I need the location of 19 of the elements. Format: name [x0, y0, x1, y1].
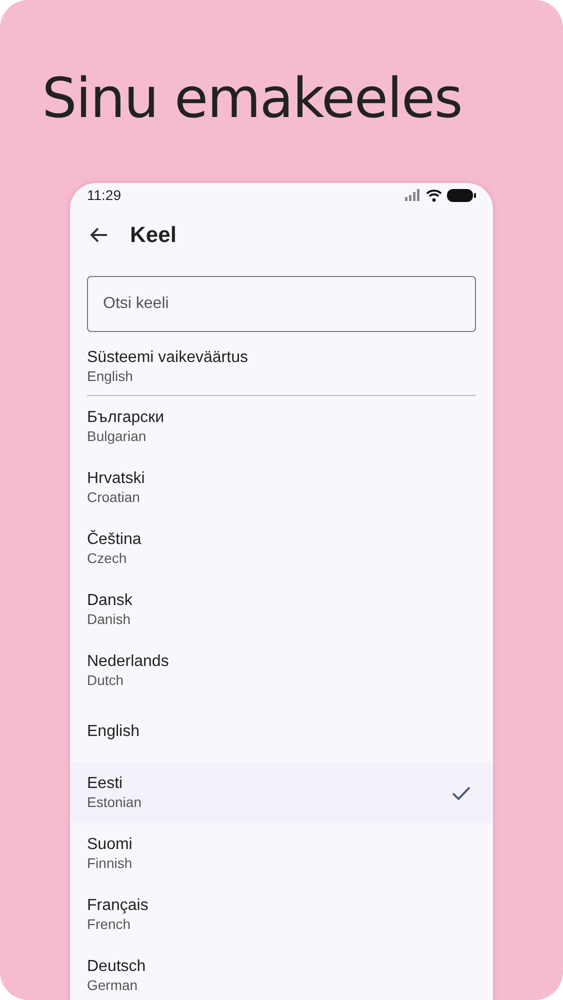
- language-item[interactable]: Български Bulgarian: [70, 396, 493, 457]
- signal-icon: [405, 189, 421, 201]
- language-item[interactable]: Čeština Czech: [70, 518, 493, 579]
- screen-title: Keel: [130, 222, 176, 248]
- language-item[interactable]: English: [70, 701, 493, 762]
- battery-icon: [447, 188, 476, 202]
- language-item[interactable]: Suomi Finnish: [70, 823, 493, 884]
- system-default-value: English: [87, 367, 134, 385]
- language-item[interactable]: Eesti Estonian: [70, 762, 493, 823]
- wifi-icon: [426, 188, 442, 202]
- search-field[interactable]: Otsi keeli: [87, 276, 476, 332]
- language-item[interactable]: Dansk Danish: [70, 579, 493, 640]
- language-item[interactable]: Français French: [70, 884, 493, 945]
- system-default-label: Süsteemi vaikeväärtus: [87, 348, 249, 367]
- language-item[interactable]: Hrvatski Croatian: [70, 457, 493, 518]
- status-time: 11:29: [87, 187, 121, 203]
- language-item[interactable]: Deutsch German: [70, 945, 493, 1000]
- headline: Sinu emakeeles: [42, 65, 463, 132]
- language-item[interactable]: Nederlands Dutch: [70, 640, 493, 701]
